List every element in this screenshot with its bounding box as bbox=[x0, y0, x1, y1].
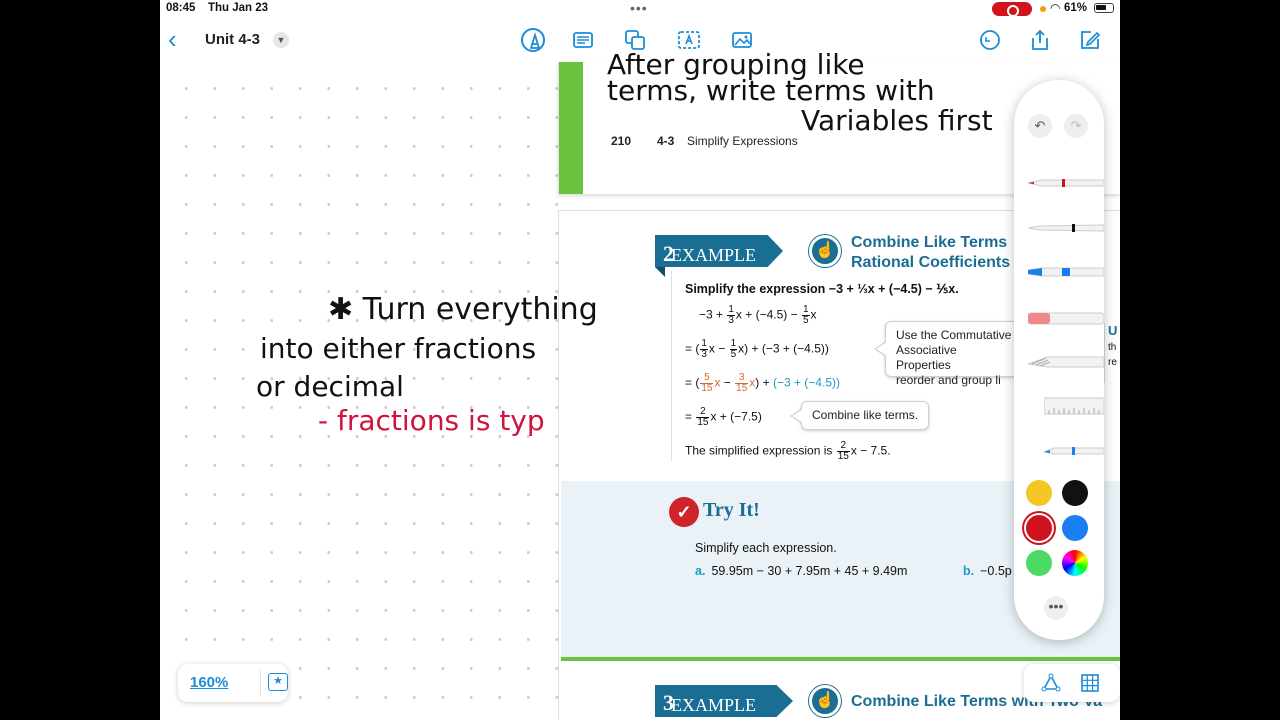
callout-line1: Use the Commutative bbox=[896, 328, 1012, 342]
page-navigator-icon[interactable] bbox=[1040, 673, 1062, 693]
mic-indicator-icon bbox=[1040, 6, 1046, 12]
battery-percent: 61% bbox=[1064, 2, 1088, 14]
color-swatch-blue[interactable] bbox=[1062, 515, 1088, 541]
marker-tool[interactable] bbox=[1028, 264, 1104, 280]
commutative-callout: Use the Commutative Associative Properti… bbox=[874, 321, 1025, 387]
note-line2: into either fractions bbox=[260, 332, 537, 365]
result-suffix: x − 7.5. bbox=[850, 443, 891, 458]
example-2-title: Combine Like Terms Rational Coefficients bbox=[851, 233, 1010, 273]
note-line1: ✱ Turn everything bbox=[328, 292, 598, 327]
result-prefix: The simplified expression is bbox=[685, 443, 833, 458]
step-3: = (5 15 x − 3 15 x) + (−3 + (−4.5)) bbox=[685, 372, 840, 394]
section-name: Simplify Expressions bbox=[687, 134, 798, 148]
status-bar: 08:45 Thu Jan 23 ••• ◠ 61% bbox=[160, 0, 1120, 18]
page-tools bbox=[1024, 664, 1120, 702]
compose-icon[interactable] bbox=[1078, 28, 1102, 52]
exercise-b-label: b. bbox=[963, 564, 975, 578]
hand-pointer-icon: ☝ bbox=[809, 685, 841, 717]
color-swatch-black[interactable] bbox=[1062, 480, 1088, 506]
eraser-tool[interactable] bbox=[1028, 310, 1104, 326]
example-title-line1: Combine Like Terms bbox=[851, 234, 1008, 251]
snippet-line1: th bbox=[1108, 342, 1117, 353]
step-1: −3 + 13x + (−4.5) − 15x bbox=[699, 304, 817, 326]
favorite-icon[interactable]: ★ bbox=[268, 673, 288, 691]
example-label: EXAMPLE bbox=[671, 245, 756, 265]
ink-note-line3: Variables first bbox=[801, 104, 993, 137]
pencil-tool[interactable] bbox=[1044, 442, 1104, 458]
banner-fold bbox=[655, 267, 665, 277]
zoom-control: 160% ★ bbox=[178, 664, 288, 702]
example-divider bbox=[671, 271, 672, 461]
color-swatch-green[interactable] bbox=[1026, 550, 1052, 576]
step-2: = (1 3 x − 1 5 x) + (−3 + (−4.5)) bbox=[685, 338, 829, 360]
example-3-banner: EXAMPLE 3 bbox=[655, 685, 793, 717]
callout-line3: reorder and group li bbox=[896, 373, 1001, 387]
exercise-b: b. −0.5p bbox=[963, 564, 1012, 578]
note-line3: or decimal bbox=[256, 370, 404, 403]
color-swatch-red[interactable] bbox=[1026, 515, 1052, 541]
back-button[interactable]: ‹ bbox=[168, 26, 177, 52]
lasso-tool[interactable] bbox=[1028, 354, 1104, 370]
try-it-instructions: Simplify each expression. bbox=[695, 541, 837, 555]
sidebar-snippet: U th re bbox=[1104, 323, 1120, 383]
hand-pointer-icon: ☝ bbox=[809, 235, 841, 267]
zoom-level-button[interactable]: 160% bbox=[190, 674, 228, 691]
color-swatch-yellow[interactable] bbox=[1026, 480, 1052, 506]
exercise-a: a. 59.95m − 30 + 7.95m + 45 + 9.49m bbox=[695, 564, 907, 578]
status-time: 08:45 bbox=[166, 2, 196, 14]
fine-pen-tool[interactable] bbox=[1028, 175, 1104, 191]
checkmark-icon: ✓ bbox=[669, 497, 699, 527]
screen-recording-icon[interactable] bbox=[992, 2, 1032, 17]
ink-note-line2: terms, write terms with bbox=[607, 74, 935, 107]
zoom-divider bbox=[260, 670, 261, 696]
grid-view-icon[interactable] bbox=[1080, 673, 1100, 693]
undo-history-icon[interactable] bbox=[978, 28, 1002, 52]
page-number: 210 bbox=[611, 134, 632, 148]
exercise-b-expr: −0.5p bbox=[980, 564, 1012, 578]
multitask-dots-icon[interactable]: ••• bbox=[630, 0, 648, 16]
section-divider bbox=[561, 657, 1120, 661]
example-title-line2: Rational Coefficients bbox=[851, 254, 1011, 271]
pen-tool-palette: ↶ ↷ ••• bbox=[1014, 80, 1104, 640]
battery-icon bbox=[1094, 3, 1114, 13]
page-accent-bar bbox=[559, 62, 583, 194]
combine-callout: Combine like terms. bbox=[789, 401, 930, 430]
ruler-tool[interactable] bbox=[1044, 396, 1104, 416]
example3-label: EXAMPLE bbox=[671, 695, 756, 715]
wifi-icon: ◠ bbox=[1050, 1, 1061, 15]
final-result: The simplified expression is 2 15 x − 7.5. bbox=[685, 440, 891, 462]
text-format-icon[interactable] bbox=[571, 28, 595, 52]
snippet-title: U bbox=[1108, 323, 1118, 338]
ipad-screen: 08:45 Thu Jan 23 ••• ◠ 61% ‹ Unit 4-3 ▼ bbox=[160, 0, 1120, 720]
document-title[interactable]: Unit 4-3 bbox=[205, 31, 260, 48]
callout-line2: Associative Properties bbox=[896, 343, 957, 372]
chevron-down-icon[interactable]: ▼ bbox=[273, 32, 289, 48]
snippet-line2: re bbox=[1108, 357, 1117, 368]
example-number: 2 bbox=[663, 241, 674, 266]
try-it-title: Try It! bbox=[703, 499, 760, 521]
section-number: 4-3 bbox=[657, 134, 675, 148]
step-4: = 2 15 x + (−7.5) bbox=[685, 406, 762, 428]
redo-icon[interactable]: ↷ bbox=[1064, 114, 1088, 138]
color-picker-icon[interactable] bbox=[1062, 550, 1088, 576]
more-options-icon[interactable]: ••• bbox=[1044, 596, 1068, 620]
status-date: Thu Jan 23 bbox=[208, 2, 269, 14]
exercise-a-expr: 59.95m − 30 + 7.95m + 45 + 9.49m bbox=[711, 564, 908, 578]
ink-pen-tool[interactable] bbox=[1028, 220, 1104, 236]
share-icon[interactable] bbox=[1028, 28, 1052, 52]
example-2-banner: EXAMPLE 2 bbox=[655, 235, 783, 267]
exercise-a-label: a. bbox=[695, 564, 706, 578]
pen-tool-icon[interactable] bbox=[521, 28, 545, 52]
undo-icon[interactable]: ↶ bbox=[1028, 114, 1052, 138]
problem-statement: Simplify the expression −3 + ⅓x + (−4.5)… bbox=[685, 282, 959, 296]
note-line4: - fractions is typ bbox=[318, 404, 545, 437]
